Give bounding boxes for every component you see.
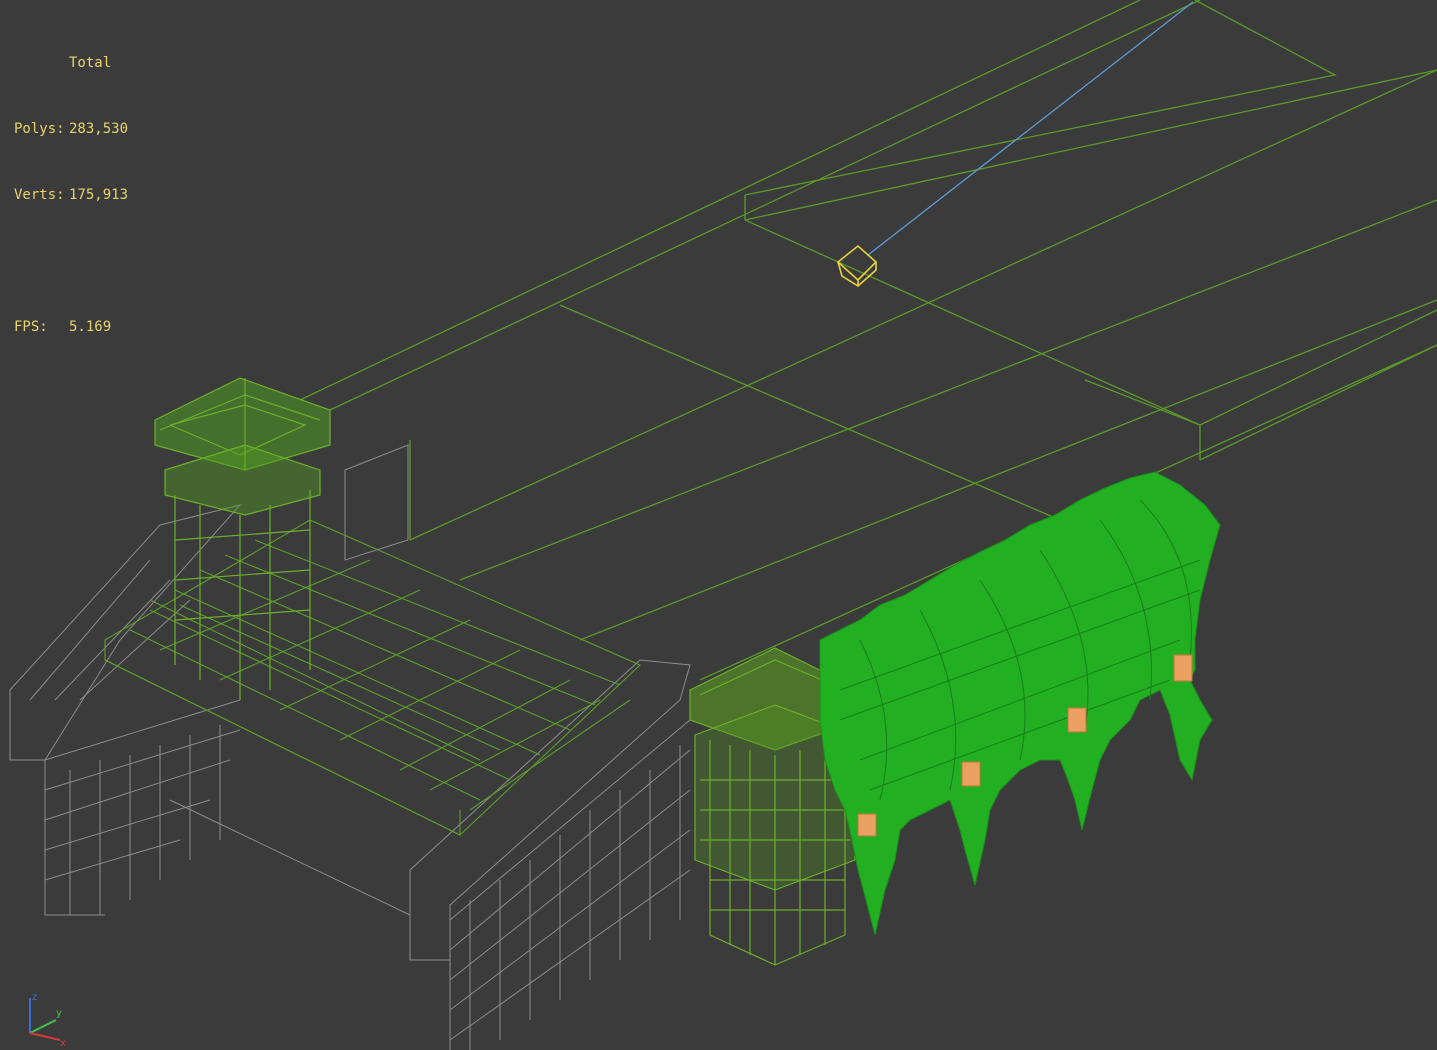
polys-row: Polys: 283,530: [14, 118, 128, 140]
left-pillar-wireframe: [154, 377, 331, 700]
ornamental-wall: [819, 471, 1221, 936]
polys-value: 283,530: [69, 121, 129, 137]
wireframe-scene[interactable]: [0, 0, 1437, 1050]
axis-y-label: y: [56, 1008, 62, 1019]
camera-target-line: [867, 1, 1194, 256]
scene-statistics: Total Polys: 283,530 Verts: 175,913 FPS:…: [14, 8, 128, 382]
selected-cube-helper: [836, 244, 878, 287]
3d-viewport[interactable]: Total Polys: 283,530 Verts: 175,913 FPS:…: [0, 0, 1437, 1050]
polys-label: Polys:: [14, 121, 65, 137]
verts-label: Verts:: [14, 187, 65, 203]
axis-x-label: x: [60, 1038, 66, 1048]
axis-z-label: z: [32, 992, 37, 1003]
verts-row: Verts: 175,913: [14, 184, 128, 206]
axis-gizmo-icon: z y x: [29, 992, 66, 1048]
fps-row: FPS: 5.169: [14, 316, 128, 338]
platform-wireframe: [299, 0, 1437, 681]
fps-value: 5.169: [69, 319, 112, 335]
verts-value: 175,913: [69, 187, 129, 203]
stats-title: Total: [69, 55, 112, 71]
grey-stair-wireframe: [9, 444, 691, 1050]
fps-label: FPS:: [14, 319, 48, 335]
